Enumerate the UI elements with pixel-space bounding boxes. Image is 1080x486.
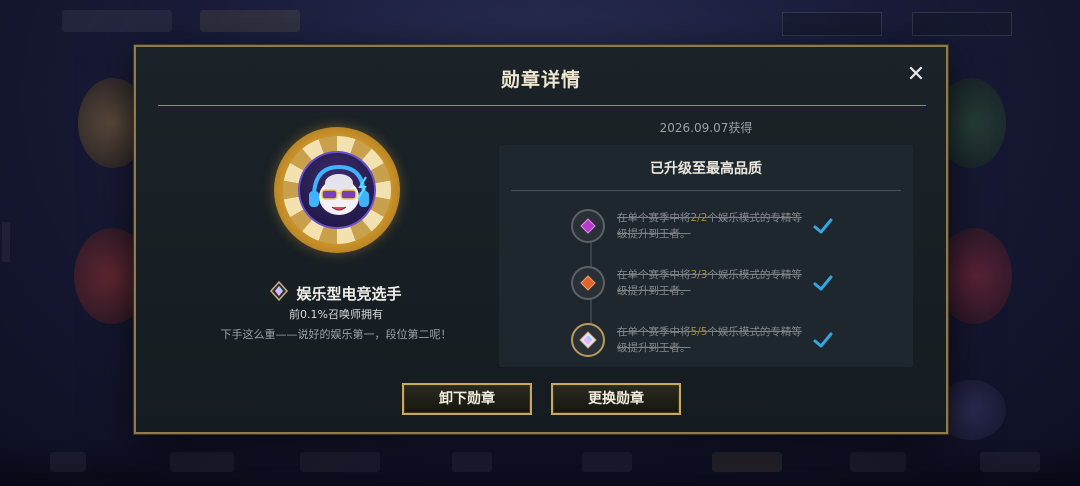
background-currency (200, 10, 300, 32)
check-icon (813, 218, 833, 234)
tier-requirement: 在单个赛季中将2/2个娱乐模式的专精等级提升到王者。 (617, 212, 802, 240)
background-tab (850, 452, 906, 472)
diamond-rank-icon (270, 280, 289, 305)
obtain-date: 2026.09.07获得 (659, 121, 753, 135)
tier-requirement: 在单个赛季中将3/3个娱乐模式的专精等级提升到王者。 (617, 269, 802, 297)
poro-sunglasses-emblem-icon (298, 151, 376, 229)
tier-row: 在单个赛季中将3/3个娱乐模式的专精等级提升到王者。 (571, 263, 911, 303)
check-icon (813, 275, 833, 291)
prismatic-gem-tier-icon (571, 323, 605, 357)
background-top-bar (0, 0, 1080, 44)
background-sort-dropdown (912, 12, 1012, 36)
background-tab (50, 452, 86, 472)
tier-row: 在单个赛季中将5/5个娱乐模式的专精等级提升到王者。 (571, 320, 911, 360)
medal-description: 下手这么重——说好的娱乐第一，段位第二呢！ (220, 328, 452, 341)
side-watermark (2, 222, 10, 262)
background-tab (712, 452, 782, 472)
quality-title: 已升级至最高品质 (650, 161, 762, 177)
tier-row: 在单个赛季中将2/2个娱乐模式的专精等级提升到王者。 (571, 206, 911, 246)
background-back-button (62, 10, 172, 32)
medal-sunburst (283, 136, 391, 244)
quality-panel: 已升级至最高品质 在单个赛季中将2/2个娱乐模式的专精等级提升到王者。 在单个赛… (499, 145, 913, 367)
medal-details-dialog: 勋章详情 ✕ 娱乐型电竞选手 前0.1%召唤师拥有 下手这么重——说好的娱乐第一… (134, 45, 948, 434)
close-icon[interactable]: ✕ (904, 63, 928, 87)
background-tab (452, 452, 492, 472)
tier-requirement: 在单个赛季中将5/5个娱乐模式的专精等级提升到王者。 (617, 326, 802, 354)
background-tab (300, 452, 380, 472)
quality-divider (511, 190, 901, 191)
medal-name-row: 娱乐型电竞选手 (136, 280, 536, 305)
check-icon (813, 332, 833, 348)
medal-gold-ring (274, 127, 400, 253)
medal-name: 娱乐型电竞选手 (296, 284, 402, 303)
medal-rarity: 前0.1%召唤师拥有 (289, 308, 383, 321)
remove-medal-button[interactable]: 卸下勋章 (402, 383, 532, 415)
change-medal-button[interactable]: 更换勋章 (551, 383, 681, 415)
orange-gem-tier-icon (571, 266, 605, 300)
background-tab (170, 452, 234, 472)
background-filter-dropdown (782, 12, 882, 36)
purple-gem-tier-icon (571, 209, 605, 243)
dialog-title: 勋章详情 (500, 69, 581, 91)
background-tab (582, 452, 632, 472)
background-tab (980, 452, 1040, 472)
background-bottom-bar (0, 440, 1080, 486)
title-divider (158, 105, 926, 106)
medal-emblem (274, 127, 404, 257)
